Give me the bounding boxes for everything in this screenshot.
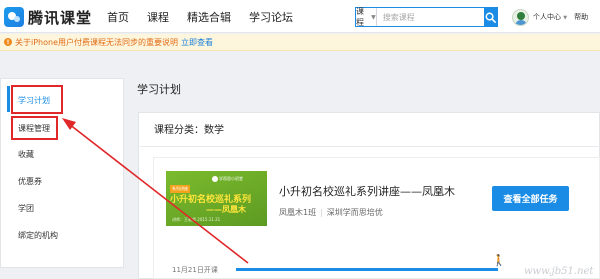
search-category-label: 课程 (356, 7, 364, 27)
class-name: 凤凰木1班 (279, 208, 317, 217)
user-area: 个人中心 ▼ 帮助 (512, 7, 588, 27)
course-title[interactable]: 小升初名校巡礼系列讲座——凤凰木 (279, 183, 455, 199)
top-header: 腾讯课堂 首页 课程 精选合辑 学习论坛 课程 ▼ 个人中心 ▼ 帮助 (0, 0, 600, 33)
watermark: www.jb51.net (524, 266, 594, 277)
nav-courses[interactable]: 课程 (147, 9, 169, 25)
meta-separator: | (320, 208, 323, 217)
view-all-tasks-button[interactable]: 查看全部任务 (492, 186, 569, 211)
search-category-select[interactable]: 课程 ▼ (356, 7, 377, 27)
sidebar-item-coupons[interactable]: 优惠券 (18, 176, 42, 187)
walking-person-icon: 🚶 (492, 254, 506, 267)
logo-text: 腾讯课堂 (28, 8, 93, 27)
organization-link[interactable]: 深圳学而思培优 (327, 208, 383, 217)
course-category: 课程分类：数学 (154, 125, 224, 136)
logo[interactable]: 腾讯课堂 (4, 6, 92, 28)
notice-text: 关于iPhone用户付费课程无法同步的重要说明 (15, 37, 179, 47)
nav-collections[interactable]: 精选合辑 (187, 9, 231, 25)
thumbnail-title-line2: ——凤凰木 (206, 205, 246, 214)
annotation-box-study-plan (11, 85, 63, 114)
annotation-box-course-management (11, 116, 58, 140)
course-meta: 凤凰木1班 | 深圳学而思培优 (279, 207, 383, 218)
main-nav: 首页 课程 精选合辑 学习论坛 (107, 0, 311, 33)
search-bar: 课程 ▼ (355, 7, 498, 27)
brand-badge-icon (212, 176, 218, 182)
user-center-label: 个人中心 (533, 13, 561, 21)
sidebar-item-bound-orgs[interactable]: 绑定的机构 (18, 230, 58, 241)
chevron-down-icon: ▼ (563, 15, 568, 21)
notice-bar: ! 关于iPhone用户付费课程无法同步的重要说明 立即查看 (0, 34, 600, 51)
divider (140, 146, 600, 147)
course-start-date: 11月21日开课 (172, 266, 218, 274)
notice-link[interactable]: 立即查看 (181, 37, 213, 48)
warning-icon: ! (4, 38, 12, 46)
progress-timeline (236, 268, 498, 271)
sidebar-item-study-group[interactable]: 学团 (18, 203, 34, 214)
thumbnail-subtitle: 讲师：王老师 2015.11.21 (172, 217, 221, 222)
sidebar-item-favorites[interactable]: 收藏 (18, 149, 34, 160)
search-input[interactable] (376, 8, 484, 26)
chevron-down-icon: ▼ (371, 13, 376, 21)
help-link[interactable]: 帮助 (574, 12, 588, 22)
logo-icon (4, 7, 24, 27)
avatar[interactable] (512, 8, 529, 26)
search-button[interactable] (483, 8, 497, 26)
thumbnail-brand: 学而思小初堂 (219, 176, 243, 181)
nav-forum[interactable]: 学习论坛 (249, 9, 293, 25)
nav-home[interactable]: 首页 (107, 9, 129, 25)
course-thumbnail[interactable]: 学而思小初堂 系列讲座 小升初名校巡礼系列 ——凤凰木 讲师：王老师 2015.… (166, 171, 267, 226)
search-icon (485, 12, 496, 23)
user-center-menu[interactable]: 个人中心 ▼ (533, 12, 567, 22)
sidebar-active-indicator (7, 86, 10, 112)
page-title: 学习计划 (137, 83, 181, 96)
